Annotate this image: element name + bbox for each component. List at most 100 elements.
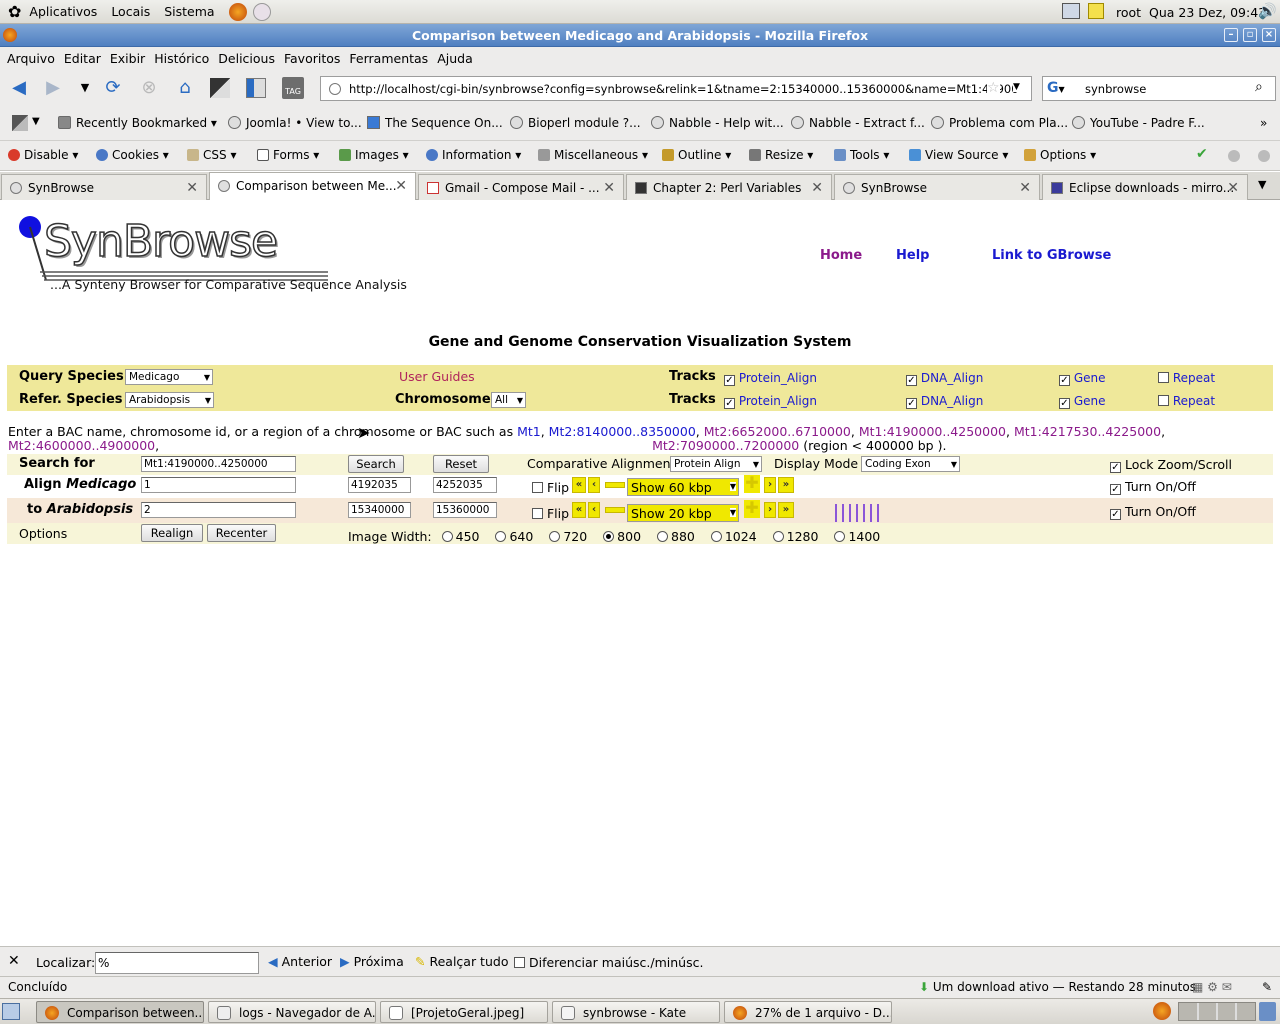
google-icon[interactable]: G▼ xyxy=(1047,80,1065,96)
task-file-browser[interactable]: logs - Navegador de A... xyxy=(208,1001,376,1023)
task-kate[interactable]: synbrowse - Kate xyxy=(552,1001,720,1023)
search-go-icon[interactable]: ⌕ xyxy=(1255,79,1263,95)
firefox-launcher-icon[interactable] xyxy=(228,2,247,21)
task-image-viewer[interactable]: [ProjetoGeral.jpeg] xyxy=(380,1001,548,1023)
hint-link-mt1-4217530[interactable]: Mt1:4217530..4225000 xyxy=(1014,424,1161,439)
find-close-icon[interactable]: ✕ xyxy=(8,953,20,969)
wd-tools[interactable]: Tools ▾ xyxy=(834,148,889,162)
bookmarks-menu-arrow-icon[interactable]: ▼ xyxy=(32,116,40,127)
url-dropdown-icon[interactable]: ▼ xyxy=(1013,82,1020,92)
tab-close-icon[interactable]: ✕ xyxy=(811,180,823,196)
checkbox-checked[interactable]: ✓ xyxy=(1110,484,1121,495)
recenter-button[interactable]: Recenter xyxy=(207,524,276,542)
volume-icon[interactable]: 🔊 xyxy=(1258,2,1277,20)
scroll-right-button[interactable]: › xyxy=(764,502,776,518)
scroll-left-far-button[interactable]: « xyxy=(572,502,586,518)
hint-link-mt1[interactable]: Mt1 xyxy=(517,424,541,439)
more-bookmarks-chevron-icon[interactable]: » xyxy=(1260,116,1267,130)
wd-outline[interactable]: Outline ▾ xyxy=(662,148,731,162)
bookmark-nabble-extract[interactable]: Nabble - Extract f... xyxy=(791,116,925,130)
align-query-end[interactable] xyxy=(433,477,497,493)
hint-link-mt1-4190000[interactable]: Mt1:4190000..4250000 xyxy=(859,424,1006,439)
bookmark-problema[interactable]: Problema com Pla... xyxy=(931,116,1068,130)
scroll-left-button[interactable]: ‹ xyxy=(588,477,600,493)
find-input[interactable] xyxy=(95,952,259,974)
menu-file[interactable]: Arquivo xyxy=(7,51,55,66)
nav-gbrowse-link[interactable]: Link to GBrowse xyxy=(992,248,1111,263)
task-downloads[interactable]: 27% de 1 arquivo - D... xyxy=(724,1001,892,1023)
tab-eclipse[interactable]: Eclipse downloads - mirro... ✕ xyxy=(1042,174,1248,200)
network-icon[interactable] xyxy=(1062,3,1080,19)
align-query-start[interactable] xyxy=(348,477,411,493)
align-refer-start[interactable] xyxy=(348,502,411,518)
tab-close-icon[interactable]: ✕ xyxy=(1227,180,1239,196)
turn-on-off-refer[interactable]: ✓ Turn On/Off xyxy=(1110,504,1196,520)
find-next-button[interactable]: ▶ Próxima xyxy=(340,954,404,969)
panel-menu-system[interactable]: Sistema xyxy=(164,4,214,19)
align-refer-end[interactable] xyxy=(433,502,497,518)
radio[interactable] xyxy=(441,531,453,542)
bookmark-youtube[interactable]: YouTube - Padre F... xyxy=(1072,116,1205,130)
highlight-all-button[interactable]: ✎ Realçar tudo xyxy=(415,954,508,969)
align-query-input[interactable] xyxy=(141,477,296,493)
search-engine-box[interactable]: G▼ synbrowse ⌕ xyxy=(1042,76,1276,101)
menu-help[interactable]: Ajuda xyxy=(437,51,473,66)
tab-close-icon[interactable]: ✕ xyxy=(186,180,198,196)
tab-close-icon[interactable]: ✕ xyxy=(395,178,407,194)
find-previous-button[interactable]: ◀ Anterior xyxy=(268,954,332,969)
hint-link-mt2-6652000[interactable]: Mt2:6652000..6710000 xyxy=(704,424,851,439)
synbrowse-logo[interactable]: SynBrowse xyxy=(16,214,336,281)
url-bar[interactable]: http://localhost/cgi-bin/synbrowse?confi… xyxy=(320,76,1032,101)
lock-zoom-toggle[interactable]: ✓ Lock Zoom/Scroll xyxy=(1110,457,1232,473)
maximize-icon[interactable]: ▫ xyxy=(1243,28,1257,42)
radio[interactable] xyxy=(657,531,669,542)
search-input[interactable] xyxy=(141,456,296,472)
zoom-scale-ticks[interactable] xyxy=(835,504,880,522)
panel-user[interactable]: root xyxy=(1116,5,1141,20)
task-firefox[interactable]: Comparison between... xyxy=(36,1001,204,1023)
bookmark-panel-icon[interactable] xyxy=(210,78,230,98)
width-640[interactable]: 640 xyxy=(495,529,533,544)
wd-information[interactable]: Information ▾ xyxy=(426,148,521,162)
tab-gmail[interactable]: Gmail - Compose Mail - ... ✕ xyxy=(418,174,624,200)
refer-track-dna[interactable]: ✓ DNA_Align xyxy=(906,394,983,409)
bookmarks-menu-icon[interactable] xyxy=(12,115,28,131)
resize-grip-icon[interactable]: ✎ xyxy=(1262,980,1272,994)
realign-button[interactable]: Realign xyxy=(141,524,203,542)
width-880[interactable]: 880 xyxy=(657,529,695,544)
comp-align-select[interactable]: Protein Align ▼ xyxy=(670,456,762,472)
radio[interactable] xyxy=(710,531,722,542)
refer-track-repeat[interactable]: Repeat xyxy=(1158,394,1215,408)
show-desktop-icon[interactable] xyxy=(2,1003,20,1020)
checkbox-checked[interactable]: ✓ xyxy=(724,375,735,386)
scroll-left-button[interactable]: ‹ xyxy=(588,502,600,518)
mail-launcher-icon[interactable] xyxy=(252,2,271,21)
panel-menu-applications[interactable]: Aplicativos xyxy=(29,4,97,19)
query-track-dna[interactable]: ✓ DNA_Align xyxy=(906,371,983,386)
bookmark-bioperl[interactable]: Bioperl module ?... xyxy=(510,116,641,130)
scroll-right-far-button[interactable]: » xyxy=(778,502,794,518)
nav-help-link[interactable]: Help xyxy=(896,248,929,263)
forward-icon[interactable]: ▶ xyxy=(42,77,64,99)
show-kbp-query-select[interactable]: Show 60 kbp ▼ xyxy=(627,478,739,496)
close-window-icon[interactable]: × xyxy=(1262,28,1276,42)
wd-images[interactable]: Images ▾ xyxy=(339,148,409,162)
hint-link-mt2-4600000[interactable]: Mt2:4600000..4900000 xyxy=(8,438,155,453)
radio[interactable] xyxy=(549,531,561,542)
wd-css[interactable]: CSS ▾ xyxy=(187,148,236,162)
menu-delicious[interactable]: Delicious xyxy=(218,51,275,66)
download-status[interactable]: ⬇ Um download ativo — Restando 28 minuto… xyxy=(919,980,1196,994)
menu-tools[interactable]: Ferramentas xyxy=(349,51,428,66)
reset-button[interactable]: Reset xyxy=(433,455,489,473)
query-track-protein[interactable]: ✓ Protein_Align xyxy=(724,371,817,386)
checkbox-unchecked[interactable] xyxy=(514,957,525,968)
radio[interactable] xyxy=(834,531,846,542)
bookmark-nabble-help[interactable]: Nabble - Help wit... xyxy=(651,116,784,130)
refer-species-select[interactable]: Arabidopsis ▼ xyxy=(125,392,214,408)
trash-icon[interactable] xyxy=(1259,1002,1276,1021)
show-kbp-refer-select[interactable]: Show 20 kbp ▼ xyxy=(627,504,739,522)
history-dropdown-icon[interactable]: ▼ xyxy=(74,77,96,99)
checkbox-checked[interactable]: ✓ xyxy=(1059,398,1070,409)
tab-synbrowse-2[interactable]: SynBrowse ✕ xyxy=(834,174,1040,200)
checkbox-unchecked[interactable] xyxy=(1158,395,1169,406)
